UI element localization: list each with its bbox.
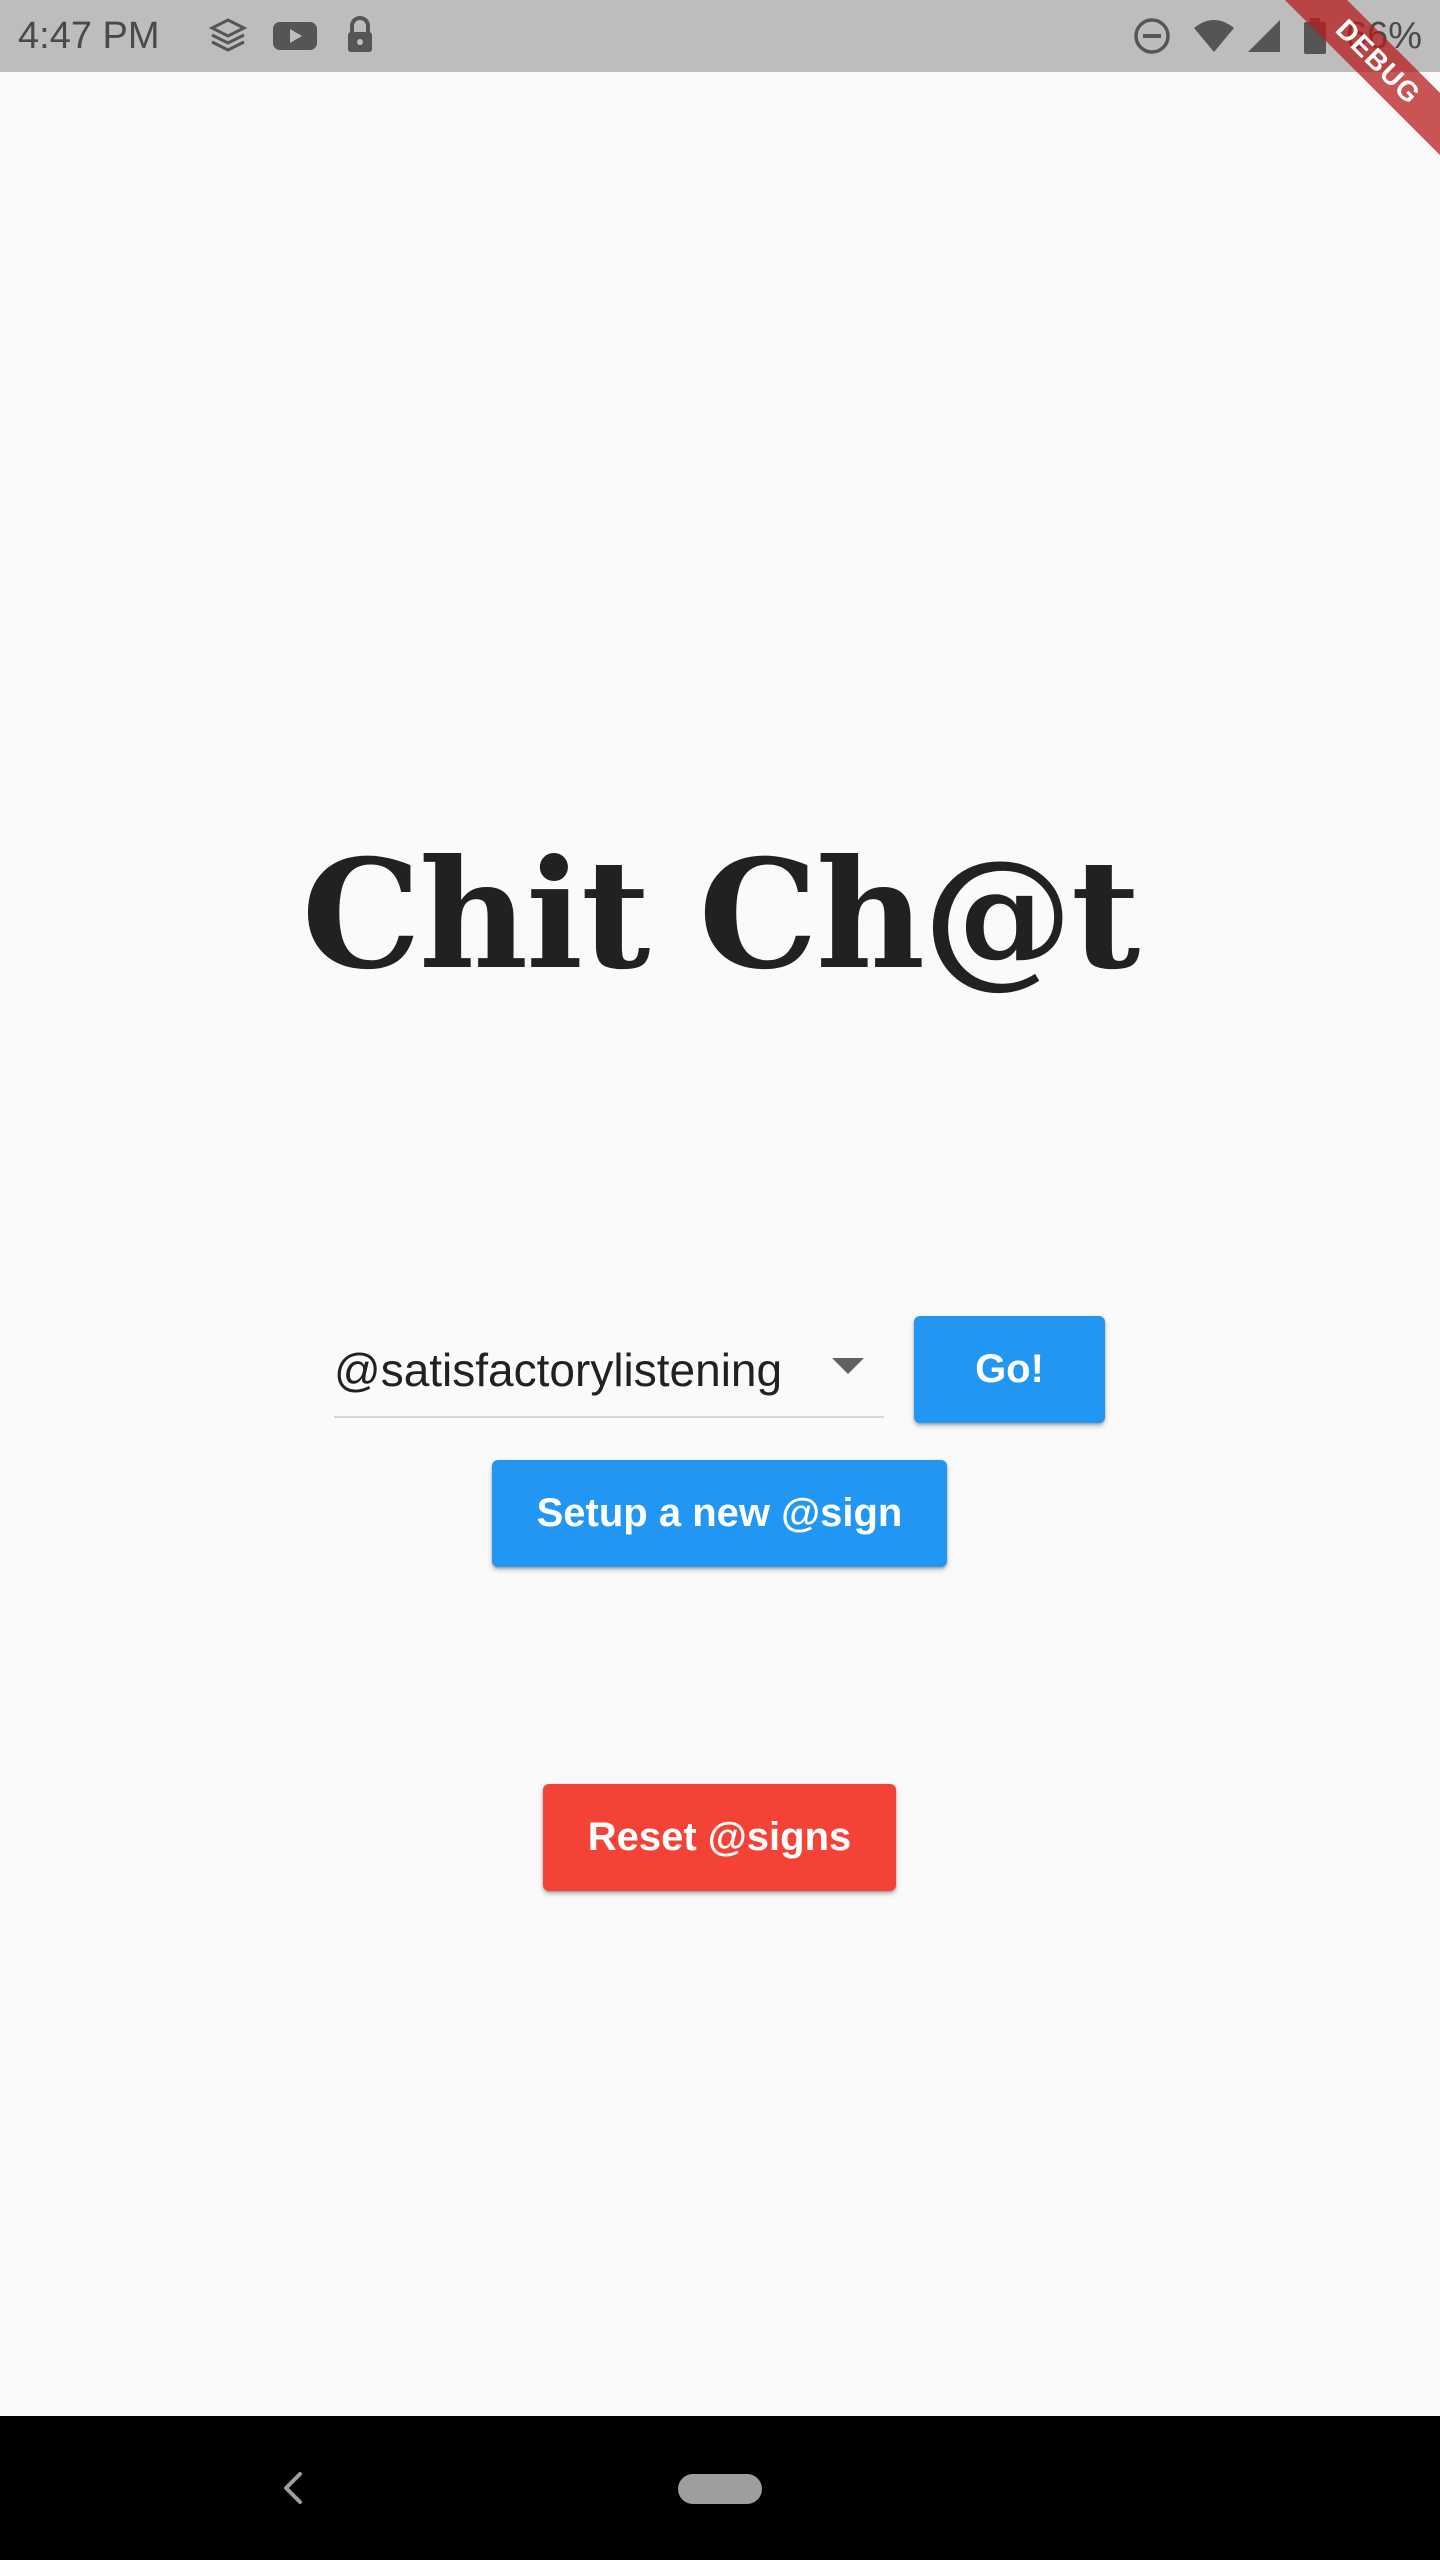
wifi-icon (1192, 14, 1236, 58)
navigation-bar (0, 2416, 1440, 2560)
stack-icon (206, 14, 250, 58)
status-bar: 4:47 PM 66% (0, 0, 1440, 72)
back-icon[interactable] (274, 2466, 314, 2510)
home-pill-icon[interactable] (678, 2474, 762, 2504)
dropdown-arrow-icon (832, 1358, 864, 1374)
status-time: 4:47 PM (18, 15, 160, 57)
atsign-dropdown-value: @satisfactorylistening (334, 1344, 783, 1396)
lock-icon (340, 14, 380, 58)
youtube-icon (270, 14, 320, 58)
cell-signal-icon (1244, 14, 1288, 58)
go-button[interactable]: Go! (914, 1316, 1105, 1423)
app-title: Chit Ch@t (301, 827, 1141, 1003)
battery-percent: 66% (1345, 15, 1422, 57)
battery-icon (1300, 14, 1330, 58)
app-screen: 4:47 PM 66% DEBUG Chit Ch@t @satisfactor… (0, 0, 1440, 2560)
reset-atsigns-button[interactable]: Reset @signs (543, 1784, 896, 1891)
atsign-dropdown[interactable]: @satisfactorylistening (334, 1330, 884, 1418)
setup-new-atsign-button[interactable]: Setup a new @sign (492, 1460, 947, 1567)
do-not-disturb-icon (1130, 14, 1174, 58)
